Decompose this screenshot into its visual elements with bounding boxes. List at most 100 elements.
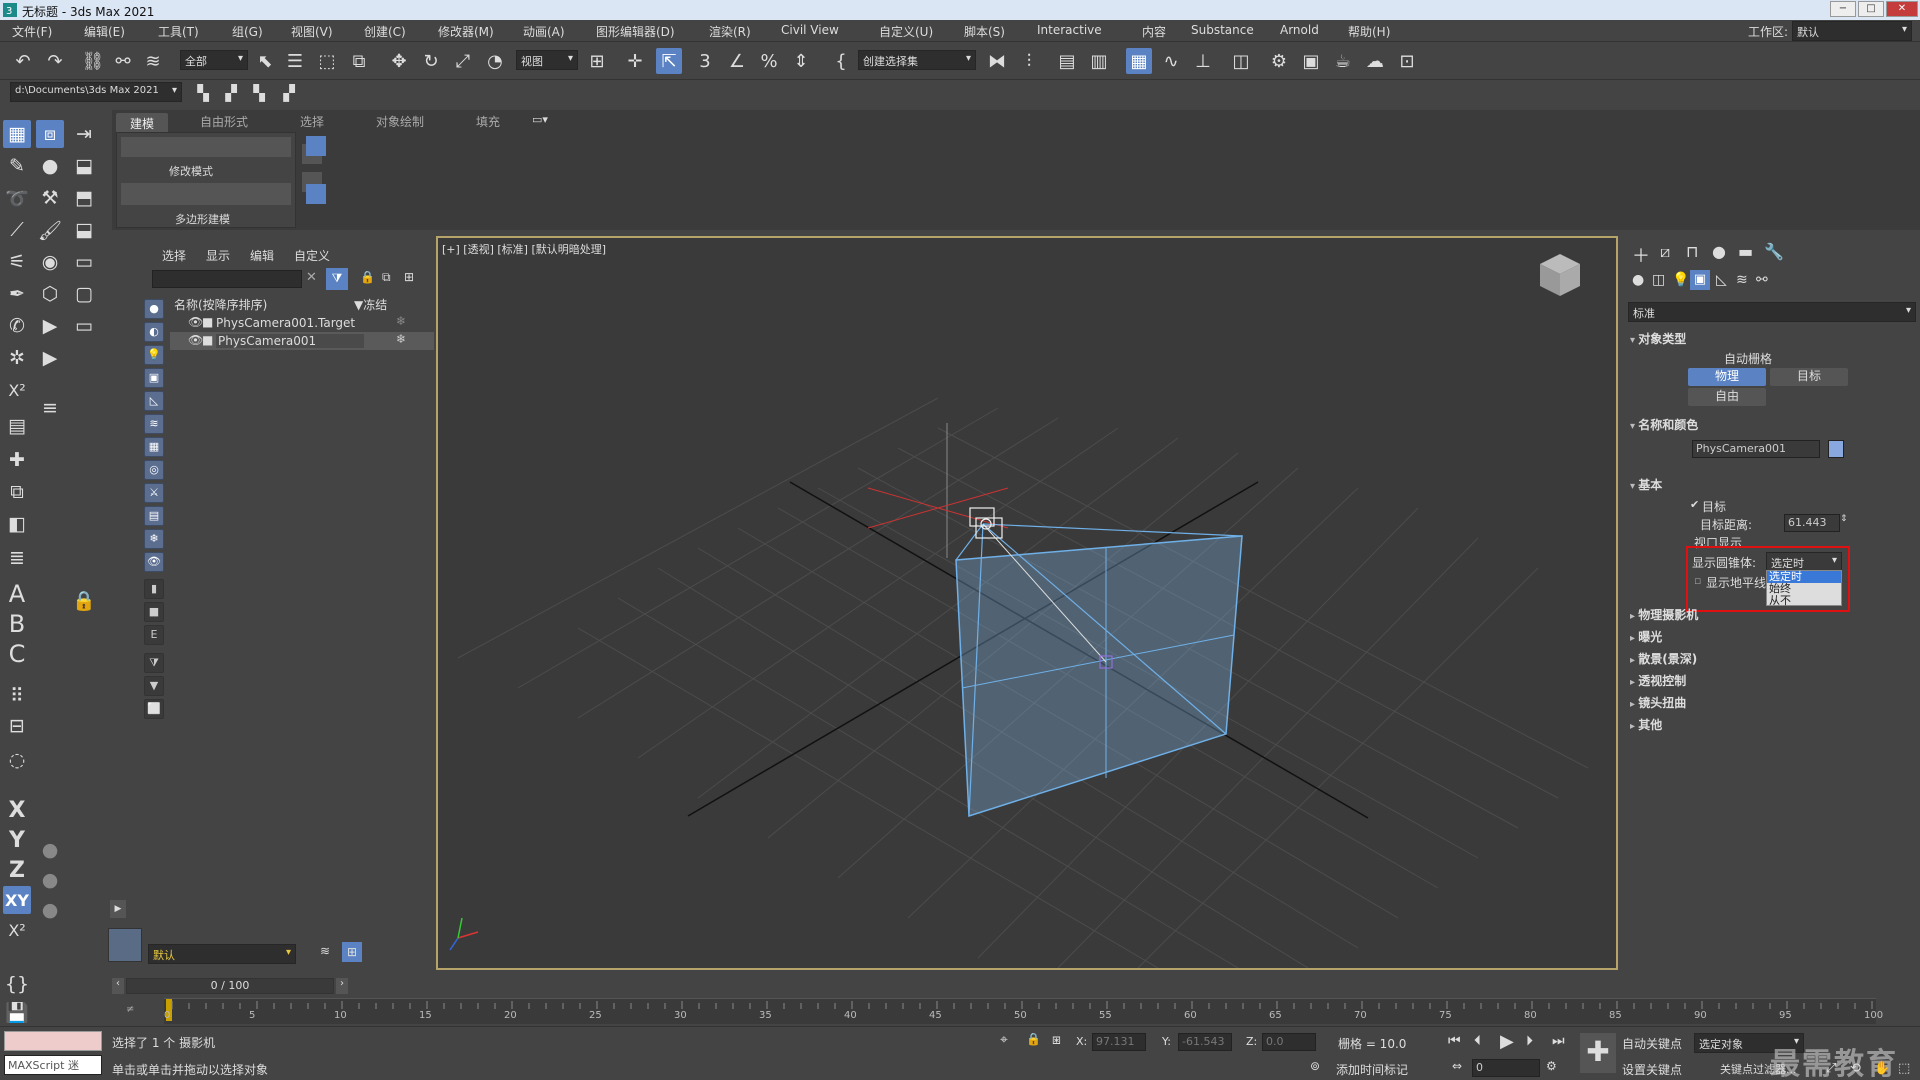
- paint-select-icon[interactable]: ✎: [3, 152, 31, 180]
- maxscript-listener-input[interactable]: [4, 1031, 102, 1051]
- helpers-cat-icon[interactable]: ◺: [1716, 272, 1727, 288]
- menu-arnold[interactable]: Arnold: [1280, 23, 1319, 37]
- select-object-icon[interactable]: ⬉: [252, 48, 278, 74]
- snap-3d-icon[interactable]: 3: [692, 48, 718, 74]
- spinner-snap-icon[interactable]: ⇕: [788, 48, 814, 74]
- text-c-icon[interactable]: C: [3, 640, 31, 668]
- gear-tool-icon[interactable]: ✲: [3, 344, 31, 372]
- menu-create[interactable]: 创建(C): [364, 23, 406, 40]
- project-new-icon[interactable]: ▚: [246, 80, 272, 106]
- percent-snap-icon[interactable]: %: [756, 48, 782, 74]
- camera-cone-far-plane[interactable]: [955, 535, 1243, 818]
- time-slider[interactable]: 0 / 100: [126, 978, 334, 994]
- isolate-icon[interactable]: ⌖: [1000, 1032, 1008, 1048]
- systems-cat-icon[interactable]: ⚯: [1756, 272, 1768, 288]
- y-coord-input[interactable]: -61.543: [1178, 1033, 1232, 1051]
- menu-view[interactable]: 视图(V): [291, 23, 333, 40]
- scene-search-input[interactable]: [152, 270, 302, 288]
- menu-group[interactable]: 组(G): [232, 23, 263, 40]
- menu-civil-view[interactable]: Civil View: [781, 23, 839, 37]
- keyboard-shortcut-icon[interactable]: ✛: [622, 48, 648, 74]
- next-frame-icon[interactable]: ⏵: [1526, 1033, 1533, 1049]
- geometry-cat-icon[interactable]: ●: [1632, 272, 1644, 288]
- filter-icon[interactable]: ⧩: [326, 268, 348, 290]
- play-tool-icon[interactable]: ▶: [36, 312, 64, 340]
- cube-tool-icon[interactable]: ⬡: [36, 280, 64, 308]
- scene-tab-display[interactable]: 显示: [206, 247, 230, 264]
- filter-groups-icon[interactable]: ▦: [144, 437, 164, 457]
- ribbon-tab-object-paint[interactable]: 对象绘制: [376, 113, 424, 130]
- lock-selection-icon[interactable]: 🔒: [360, 270, 375, 284]
- goto-end-icon[interactable]: ⏭: [1552, 1033, 1565, 1049]
- ribbon-toggle-icon[interactable]: ▦: [1126, 48, 1152, 74]
- selection-lock-icon[interactable]: 🔒: [1026, 1032, 1041, 1046]
- col-frozen-header[interactable]: ▼冻结: [354, 296, 387, 313]
- menu-animation[interactable]: 动画(A): [523, 23, 565, 40]
- rendered-frame-icon[interactable]: ▣: [1298, 48, 1324, 74]
- menu-tools[interactable]: 工具(T): [158, 23, 199, 40]
- auto-grid-checkbox[interactable]: 自动栅格: [1724, 350, 1772, 367]
- object-name-input[interactable]: PhysCamera001: [1692, 440, 1820, 458]
- restore-button[interactable]: □: [1858, 1, 1884, 17]
- mirror-icon[interactable]: ⧓: [984, 48, 1010, 74]
- visibility-eye-icon[interactable]: 👁: [188, 315, 203, 329]
- render-gallery-icon[interactable]: ⊡: [1394, 48, 1420, 74]
- target-checkbox-icon[interactable]: ✔: [1690, 498, 1699, 511]
- motion-tab-icon[interactable]: ●: [1712, 242, 1726, 261]
- cameras-cat-icon[interactable]: ▣: [1690, 270, 1710, 290]
- time-tag-icon[interactable]: ⊚: [1310, 1059, 1320, 1073]
- menu-scripting[interactable]: 脚本(S): [964, 23, 1005, 40]
- key-mode-icon[interactable]: ⇔: [1452, 1059, 1462, 1073]
- visibility-eye-icon[interactable]: 👁: [188, 333, 203, 347]
- maximize-viewport-icon[interactable]: ⬚: [1898, 1061, 1910, 1076]
- layer-toggle-icon[interactable]: ⊞: [342, 942, 362, 962]
- layer-view-icon[interactable]: ⊞: [404, 270, 414, 284]
- timeline-next-icon[interactable]: ›: [336, 978, 348, 994]
- dotted-grid-icon[interactable]: ⠿: [3, 682, 31, 710]
- utilities-tab-icon[interactable]: 🔧: [1764, 242, 1784, 261]
- object-color-swatch[interactable]: [1828, 440, 1844, 458]
- hammer-icon[interactable]: ⚒: [36, 184, 64, 212]
- zoom-extents-icon[interactable]: ⤢: [1826, 1061, 1836, 1076]
- expand-panel-icon[interactable]: ▶: [110, 900, 126, 918]
- play-icon[interactable]: ▶: [1500, 1031, 1514, 1052]
- filter-hidden-icon[interactable]: 👁: [144, 552, 164, 572]
- dotted-circle-icon[interactable]: ◌: [3, 746, 31, 774]
- ribbon-tab-modeling[interactable]: 建模: [116, 113, 169, 134]
- line-tool-icon[interactable]: ⟋: [3, 216, 31, 244]
- script-braces-icon[interactable]: {}: [3, 970, 31, 998]
- scene-tab-edit[interactable]: 编辑: [250, 247, 274, 264]
- ribbon-pin-button-2[interactable]: [306, 184, 326, 204]
- funnel-filter-icon[interactable]: ⧩: [144, 653, 164, 673]
- layer-swatch[interactable]: [108, 928, 142, 962]
- ribbon-tab-freeform[interactable]: 自由形式: [200, 113, 248, 130]
- axis-xy-icon[interactable]: XY: [3, 886, 31, 914]
- section-exposure[interactable]: 曝光: [1630, 628, 1662, 645]
- section-physical-camera[interactable]: 物理摄影机: [1630, 606, 1698, 623]
- goto-start-icon[interactable]: ⏮: [1448, 1033, 1461, 1049]
- display-tab-icon[interactable]: ▬: [1738, 242, 1753, 261]
- align-icon[interactable]: ⫶: [1016, 48, 1042, 74]
- snap-toggle-icon[interactable]: ⇱: [656, 48, 682, 74]
- lock-icon[interactable]: 🔒: [70, 586, 98, 614]
- material-editor-icon[interactable]: ◫: [1228, 48, 1254, 74]
- section-perspective-control[interactable]: 透视控制: [1630, 672, 1686, 689]
- time-config-icon[interactable]: ⚙: [1546, 1059, 1557, 1073]
- scene-tab-customize[interactable]: 自定义: [294, 247, 330, 264]
- magnet-icon[interactable]: ✆: [3, 312, 31, 340]
- rect-selection-icon[interactable]: ⬚: [314, 48, 340, 74]
- section-name-color[interactable]: 名称和颜色: [1630, 416, 1698, 433]
- unlink-icon[interactable]: ⚯: [110, 48, 136, 74]
- ribbon-options-icon[interactable]: ▭▾: [532, 113, 548, 126]
- prev-frame-icon[interactable]: ⏴: [1474, 1033, 1481, 1049]
- target-distance-input[interactable]: 61.443: [1784, 514, 1840, 532]
- target-distance-spinner[interactable]: ⇕: [1840, 514, 1848, 524]
- filter-helpers-icon[interactable]: ◺: [144, 391, 164, 411]
- section-basic[interactable]: 基本: [1630, 476, 1662, 493]
- layer-explorer-icon[interactable]: ▥: [1086, 48, 1112, 74]
- menu-graph-editors[interactable]: 图形编辑器(D): [596, 23, 675, 40]
- lights-cat-icon[interactable]: 💡: [1672, 272, 1689, 288]
- render-setup-icon[interactable]: ⚙: [1266, 48, 1292, 74]
- viewport-layout-icon[interactable]: ⧈: [36, 120, 64, 148]
- scene-explorer-toggle-icon[interactable]: ▤: [1054, 48, 1080, 74]
